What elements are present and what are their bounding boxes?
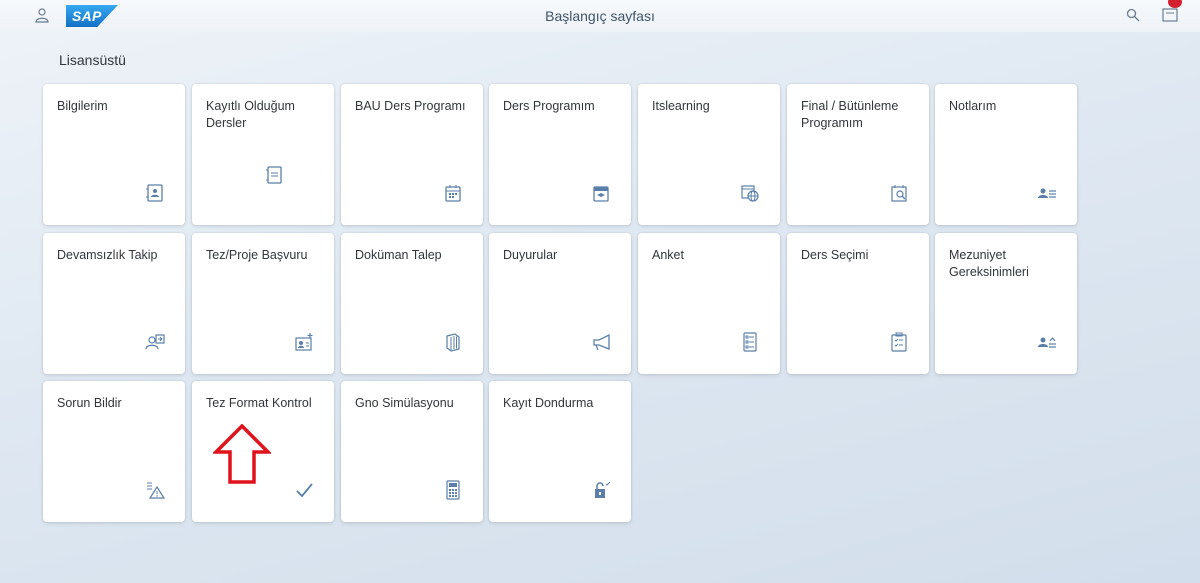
tile-mezuniyet-gereksinimleri[interactable]: Mezuniyet Gereksinimleri <box>935 233 1077 374</box>
tile-title: Tez/Proje Başvuru <box>206 248 308 262</box>
tile-devamsizlik-takip[interactable]: Devamsızlık Takip <box>43 233 185 374</box>
tile-title: Duyurular <box>503 248 558 262</box>
megaphone-icon <box>591 332 611 352</box>
shell-bar: SAP Başlangıç sayfası <box>0 0 1200 32</box>
report-alert-icon <box>145 480 165 500</box>
tile-kayit-dondurma[interactable]: Kayıt Dondurma <box>489 381 631 522</box>
tile-title: BAU Ders Programı <box>355 99 466 113</box>
tile-title: Kayıtlı Olduğum Dersler <box>206 99 295 130</box>
tile-title: Itslearning <box>652 99 710 113</box>
checklist-icon <box>889 332 909 352</box>
annotation-arrow-icon <box>213 424 271 484</box>
search-icon[interactable] <box>1126 8 1140 22</box>
documents-icon <box>443 332 463 352</box>
tile-itslearning[interactable]: Itslearning <box>638 84 780 225</box>
calculator-icon <box>443 480 463 500</box>
tile-title: Sorun Bildir <box>57 396 122 410</box>
education-calendar-icon <box>591 183 611 203</box>
tile-gno-simulasyonu[interactable]: Gno Simülasyonu <box>341 381 483 522</box>
contact-card-icon <box>145 183 165 203</box>
unlock-icon <box>591 480 611 500</box>
tile-title: Kayıt Dondurma <box>503 396 594 410</box>
tile-ders-secimi[interactable]: Ders Seçimi <box>787 233 929 374</box>
tile-title: Mezuniyet Gereksinimleri <box>949 248 1029 279</box>
tile-title: Gno Simülasyonu <box>355 396 454 410</box>
tile-anket[interactable]: Anket <box>638 233 780 374</box>
tile-title: Bilgilerim <box>57 99 108 113</box>
tile-title: Tez Format Kontrol <box>206 396 312 410</box>
tile-bau-ders-programi[interactable]: BAU Ders Programı <box>341 84 483 225</box>
user-requirements-icon <box>1037 332 1057 352</box>
tile-title: Notlarım <box>949 99 997 113</box>
tile-title: Doküman Talep <box>355 248 442 262</box>
user-grades-icon <box>1037 183 1057 203</box>
calendar-search-icon <box>889 183 909 203</box>
tile-title: Devamsızlık Takip <box>57 248 158 262</box>
add-contact-card-icon <box>294 332 314 352</box>
calendar-icon <box>443 183 463 203</box>
group-title: Lisansüstü <box>59 52 126 68</box>
tile-final-butunleme-programim[interactable]: Final / Bütünleme Programım <box>787 84 929 225</box>
checkmark-icon <box>294 480 314 500</box>
user-attendance-icon <box>145 332 165 352</box>
tile-dokuman-talep[interactable]: Doküman Talep <box>341 233 483 374</box>
page-title: Başlangıç sayfası <box>545 8 655 24</box>
tile-kayitli-oldugum-dersler[interactable]: Kayıtlı Olduğum Dersler <box>192 84 334 225</box>
tile-title: Anket <box>652 248 684 262</box>
tile-title: Ders Seçimi <box>801 248 869 262</box>
notebook-icon <box>264 165 284 185</box>
tile-title: Ders Programım <box>503 99 595 113</box>
tile-sorun-bildir[interactable]: Sorun Bildir <box>43 381 185 522</box>
tile-tez-proje-basvuru[interactable]: Tez/Proje Başvuru <box>192 233 334 374</box>
tile-ders-programim[interactable]: Ders Programım <box>489 84 631 225</box>
tile-title: Final / Bütünleme Programım <box>801 99 899 130</box>
tile-duyurular[interactable]: Duyurular <box>489 233 631 374</box>
tile-bilgilerim[interactable]: Bilgilerim <box>43 84 185 225</box>
web-calendar-icon <box>740 183 760 203</box>
tile-notlarim[interactable]: Notlarım <box>935 84 1077 225</box>
survey-icon <box>740 332 760 352</box>
